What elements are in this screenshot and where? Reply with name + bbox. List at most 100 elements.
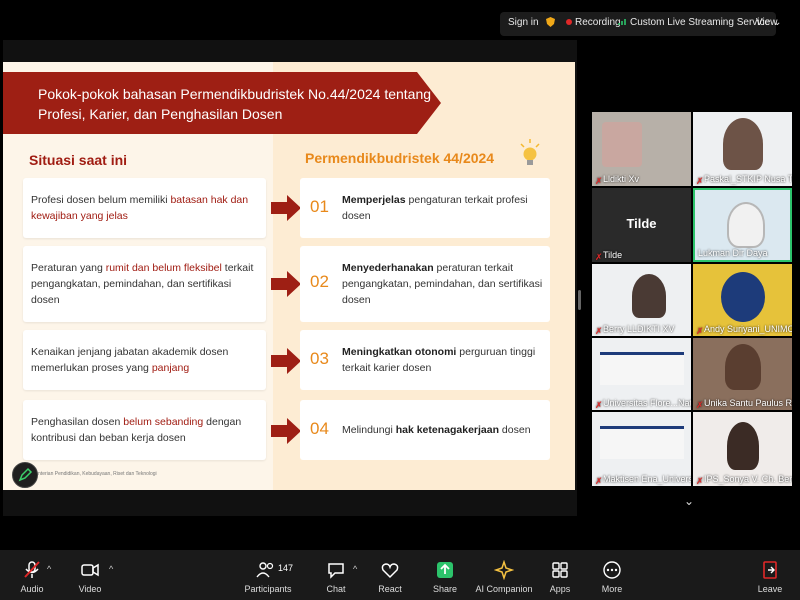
video-options-caret-icon[interactable]: ^ — [109, 564, 113, 574]
participants-button[interactable]: 147 Participants — [238, 560, 298, 594]
video-label: Video — [78, 584, 102, 594]
react-button[interactable]: React — [360, 560, 420, 594]
view-button[interactable]: View — [756, 17, 778, 28]
scroll-down-chevron-icon[interactable]: ⌄ — [684, 494, 694, 508]
participant-name: ✗IPS_Sonya V. Ch. Benu — [696, 474, 792, 486]
participant-name: ✗Maktisen Ena_Universi... — [595, 474, 691, 486]
participant-tile[interactable]: ✗Maktisen Ena_Universi... — [592, 412, 691, 486]
video-feed — [632, 274, 666, 318]
participants-label: Participants — [244, 584, 292, 594]
leave-label: Leave — [757, 584, 783, 594]
video-feed — [721, 272, 765, 322]
card-bold-text: hak ketenagakerjaan — [395, 424, 500, 436]
left-column-heading: Situasi saat ini — [29, 152, 128, 168]
participant-tile[interactable]: ✗Berry LLDIKTI XV — [592, 264, 691, 336]
right-card-1: 01 Memperjelas pengaturan terkait profes… — [300, 178, 550, 238]
audio-button[interactable]: Audio — [2, 560, 62, 594]
panel-resize-handle[interactable] — [578, 290, 581, 310]
participant-tile[interactable]: ✗Universitas Flore...Nat... — [592, 338, 691, 410]
slide-footer: Kementerian Pendidikan, Kebudayaan, Rise… — [25, 471, 157, 477]
participant-tile[interactable]: ✗Andy Suriyani_UNIMOF — [693, 264, 792, 336]
video-feed — [602, 122, 642, 167]
chat-label: Chat — [326, 584, 346, 594]
annotate-button[interactable] — [12, 462, 38, 488]
slide-title-line2: Profesi, Karier, dan Penghasilan Dosen — [38, 106, 283, 122]
leave-door-icon — [763, 561, 777, 579]
card-highlight: panjang — [151, 362, 190, 374]
audio-options-caret-icon[interactable]: ^ — [47, 564, 51, 574]
more-label: More — [601, 584, 623, 594]
mic-muted-icon — [24, 561, 40, 578]
mic-muted-icon: ✗ — [696, 175, 704, 186]
video-feed — [725, 344, 761, 390]
participant-name: ✗Unika Santu Paulus Ru... — [696, 398, 792, 410]
recording-label: Recording — [575, 17, 621, 28]
video-feed — [727, 422, 759, 470]
card-text: dosen — [499, 424, 531, 436]
share-button[interactable]: Share — [415, 560, 475, 594]
lightbulb-icon — [520, 139, 540, 165]
heart-icon — [381, 563, 399, 579]
participant-name: Lukman Dir Daya — [698, 248, 768, 258]
mic-muted-icon: ✗ — [595, 251, 603, 262]
card-highlight: belum sebanding — [123, 416, 204, 428]
participant-tile[interactable]: ✗Lldikti Xv — [592, 112, 691, 186]
slide-title: Pokok-pokok bahasan Permendikbudristek N… — [38, 84, 438, 124]
mic-muted-icon: ✗ — [696, 399, 704, 410]
participant-name: ✗Berry LLDIKTI XV — [595, 324, 675, 336]
apps-icon — [552, 562, 568, 578]
sparkle-icon — [494, 560, 514, 580]
participant-tile[interactable]: ✗IPS_Sonya V. Ch. Benu — [693, 412, 792, 486]
shield-icon[interactable] — [546, 17, 555, 30]
video-feed — [600, 426, 684, 459]
participant-tile[interactable]: ✗Paskal_STKIP Nusa Tim... — [693, 112, 792, 186]
video-feed — [600, 352, 684, 385]
chat-options-caret-icon[interactable]: ^ — [353, 564, 357, 574]
participant-tile-active-speaker[interactable]: Lukman Dir Daya — [693, 188, 792, 262]
more-button[interactable]: More — [582, 560, 642, 594]
right-card-3: 03 Meningkatkan otonomi perguruan tinggi… — [300, 330, 550, 390]
stream-icon — [618, 19, 626, 26]
participant-tile[interactable]: Tilde ✗Tilde — [592, 188, 691, 262]
slide-title-line1: Pokok-pokok bahasan Permendikbudristek N… — [38, 86, 432, 102]
sign-in-link[interactable]: Sign in — [508, 17, 539, 28]
more-dots-icon — [603, 561, 621, 579]
card-text: Kenaikan jenjang jabatan akademik dosen … — [31, 346, 229, 374]
left-card-1: Profesi dosen belum memiliki batasan hak… — [23, 178, 266, 238]
mic-muted-icon: ✗ — [595, 475, 603, 486]
participant-avatar-name: Tilde — [626, 216, 657, 231]
view-label: View — [756, 17, 778, 28]
participant-name: ✗Paskal_STKIP Nusa Tim... — [696, 174, 792, 186]
share-screen-icon — [437, 562, 453, 578]
apps-button[interactable]: Apps — [530, 560, 590, 594]
ai-companion-button[interactable]: AI Companion — [474, 560, 534, 594]
participants-icon — [256, 562, 274, 578]
participant-name: ✗Tilde — [595, 250, 623, 262]
card-number: 03 — [310, 349, 329, 368]
card-highlight: rumit dan belum fleksibel — [105, 262, 222, 274]
record-dot-icon — [566, 19, 572, 26]
card-text: Melindungi — [342, 424, 396, 436]
card-text: Profesi dosen belum memiliki — [31, 194, 171, 206]
share-label: Share — [432, 584, 458, 594]
participant-name: ✗Universitas Flore...Nat... — [595, 398, 691, 410]
mic-muted-icon: ✗ — [595, 325, 603, 336]
recording-indicator[interactable]: Recording — [566, 17, 621, 28]
right-card-2: 02 Menyederhanakan peraturan terkait pen… — [300, 246, 550, 322]
mic-muted-icon: ✗ — [696, 475, 704, 486]
card-number: 01 — [310, 197, 329, 216]
left-card-2: Peraturan yang rumit dan belum fleksibel… — [23, 246, 266, 322]
participants-count: 147 — [278, 563, 294, 573]
mic-muted-icon: ✗ — [595, 399, 603, 410]
video-feed — [727, 202, 765, 248]
video-feed — [723, 118, 763, 170]
leave-button[interactable]: Leave — [740, 560, 800, 594]
card-number: 02 — [310, 272, 329, 291]
right-card-4: 04 Melindungi hak ketenagakerjaan dosen — [300, 400, 550, 460]
left-card-3: Kenaikan jenjang jabatan akademik dosen … — [23, 330, 266, 390]
arrow-right-icon — [271, 271, 301, 297]
card-text: Peraturan yang — [31, 262, 106, 274]
pen-icon — [18, 467, 33, 482]
audio-label: Audio — [20, 584, 44, 594]
participant-tile[interactable]: ✗Unika Santu Paulus Ru... — [693, 338, 792, 410]
